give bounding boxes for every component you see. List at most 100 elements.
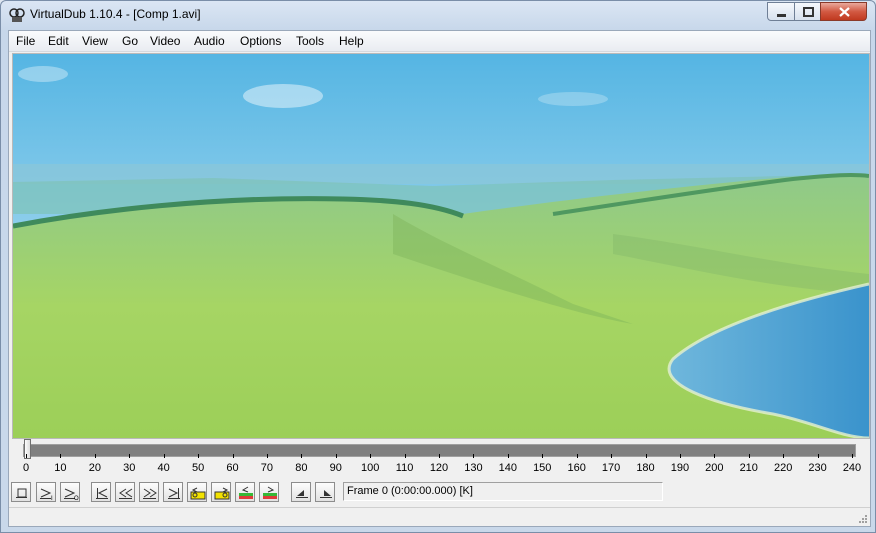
- timeline-tick: [163, 454, 165, 458]
- timeline-tick: [232, 454, 234, 458]
- timeline-tick: [679, 454, 681, 458]
- client-area: File Edit View Go Video Audio Options To…: [8, 30, 871, 527]
- prev-scene-icon: [239, 486, 253, 499]
- timeline-tick-label: 150: [533, 462, 552, 474]
- next-scene-button[interactable]: [259, 482, 279, 502]
- timeline-tick: [439, 454, 440, 458]
- play-input-button[interactable]: I: [36, 482, 56, 502]
- next-keyframe-icon: [214, 487, 230, 500]
- menu-options[interactable]: Options: [240, 34, 281, 48]
- menu-audio[interactable]: Audio: [194, 34, 225, 48]
- timeline-tick: [60, 454, 62, 458]
- frame-status: Frame 0 (0:00:00.000) [K]: [343, 482, 663, 501]
- menu-go[interactable]: Go: [122, 34, 138, 48]
- resize-grip-icon[interactable]: [858, 514, 868, 524]
- play-output-button[interactable]: O: [60, 482, 80, 502]
- timeline-tick: [645, 454, 647, 458]
- play-input-icon: I: [40, 488, 53, 502]
- timeline-tick: [129, 454, 131, 458]
- menu-edit[interactable]: Edit: [48, 34, 69, 48]
- mark-in-icon: [296, 490, 308, 498]
- timeline-tick-label: 130: [464, 462, 483, 474]
- timeline-tick-label: 40: [157, 462, 170, 474]
- timeline-tick: [404, 454, 406, 458]
- timeline-tick-label: 10: [54, 462, 67, 474]
- next-scene-icon: [263, 486, 277, 499]
- timeline-tick-label: 120: [429, 462, 449, 474]
- mark-in-button[interactable]: [291, 482, 311, 502]
- timeline-tick: [26, 454, 27, 458]
- svg-text:O: O: [74, 496, 79, 502]
- menu-bar: File Edit View Go Video Audio Options To…: [9, 31, 870, 52]
- timeline-tick-label: 0: [22, 462, 30, 474]
- timeline-tick-label: 210: [739, 462, 758, 474]
- go-start-button[interactable]: [91, 482, 111, 502]
- go-start-icon: [96, 488, 108, 499]
- timeline-tick: [473, 454, 475, 458]
- timeline-tick: [301, 454, 303, 458]
- menu-help[interactable]: Help: [339, 34, 364, 48]
- minimize-icon: [777, 14, 786, 17]
- prev-keyframe-button[interactable]: [187, 482, 207, 502]
- title-bar[interactable]: VirtualDub 1.10.4 - [Comp 1.avi]: [1, 1, 875, 29]
- timeline-tick-label: 220: [773, 462, 793, 474]
- prev-frame-icon: [119, 488, 133, 499]
- timeline-tick: [266, 454, 268, 458]
- maximize-button[interactable]: [794, 2, 821, 21]
- next-keyframe-button[interactable]: [211, 482, 231, 502]
- app-icon: [9, 8, 25, 22]
- menu-video[interactable]: Video: [150, 34, 180, 48]
- timeline-tick-label: 230: [808, 462, 827, 474]
- timeline-tick: [714, 454, 716, 458]
- timeline-tick-label: 240: [842, 462, 862, 474]
- timeline-tick-label: 160: [567, 462, 586, 474]
- go-end-button[interactable]: [163, 482, 183, 502]
- timeline-tick-label: 20: [88, 462, 101, 474]
- video-preview-pane: [12, 53, 870, 439]
- timeline-tick: [611, 454, 613, 458]
- main-window: VirtualDub 1.10.4 - [Comp 1.avi] File Ed…: [0, 0, 876, 533]
- mark-out-icon: [320, 490, 332, 498]
- timeline-tick: [852, 454, 853, 458]
- timeline-tick-label: 50: [191, 462, 205, 474]
- next-frame-icon: [143, 488, 157, 499]
- timeline-tick: [335, 454, 337, 458]
- prev-scene-button[interactable]: [235, 482, 255, 502]
- play-output-icon: O: [64, 488, 79, 502]
- timeline-tick-label: 170: [601, 462, 621, 474]
- timeline-scale: 0 10 20 30 40 50 60 70 80 90 100 110 120 130 140 150 160…: [9, 454, 870, 476]
- next-frame-button[interactable]: [139, 482, 159, 502]
- timeline-tick-label: 180: [636, 462, 655, 474]
- timeline-tick: [198, 454, 200, 458]
- timeline-tick-label: 30: [123, 462, 136, 474]
- minimize-button[interactable]: [767, 2, 795, 21]
- timeline-tick-label: 90: [329, 462, 342, 474]
- maximize-icon: [803, 7, 814, 17]
- stop-icon: [16, 488, 27, 498]
- go-end-icon: [168, 488, 180, 499]
- stop-button[interactable]: [11, 482, 31, 502]
- menu-file[interactable]: File: [16, 34, 35, 48]
- timeline-tick-label: 110: [395, 462, 414, 474]
- menu-tools[interactable]: Tools: [296, 34, 324, 48]
- timeline-tick: [576, 454, 578, 458]
- timeline-tick-label: 70: [260, 462, 274, 474]
- timeline-tick-label: 140: [498, 462, 517, 474]
- prev-keyframe-icon: [190, 487, 206, 500]
- timeline-tick-label: 80: [295, 462, 308, 474]
- timeline-tick: [370, 454, 372, 458]
- close-button[interactable]: [820, 2, 867, 21]
- timeline-tick-label: 200: [705, 462, 724, 474]
- video-frame: [13, 54, 869, 438]
- close-icon: [839, 7, 850, 17]
- timeline-tick: [507, 454, 509, 458]
- mark-out-button[interactable]: [315, 482, 335, 502]
- menu-view[interactable]: View: [82, 34, 108, 48]
- status-bar: [9, 507, 870, 526]
- playback-toolbar: I O Frame 0 (0:00:00.000) [K]: [9, 480, 870, 506]
- timeline-tick: [94, 454, 96, 458]
- timeline-tick: [542, 454, 544, 458]
- prev-frame-button[interactable]: [115, 482, 135, 502]
- timeline-tick: [748, 454, 750, 458]
- timeline-tick-label: 190: [670, 462, 690, 474]
